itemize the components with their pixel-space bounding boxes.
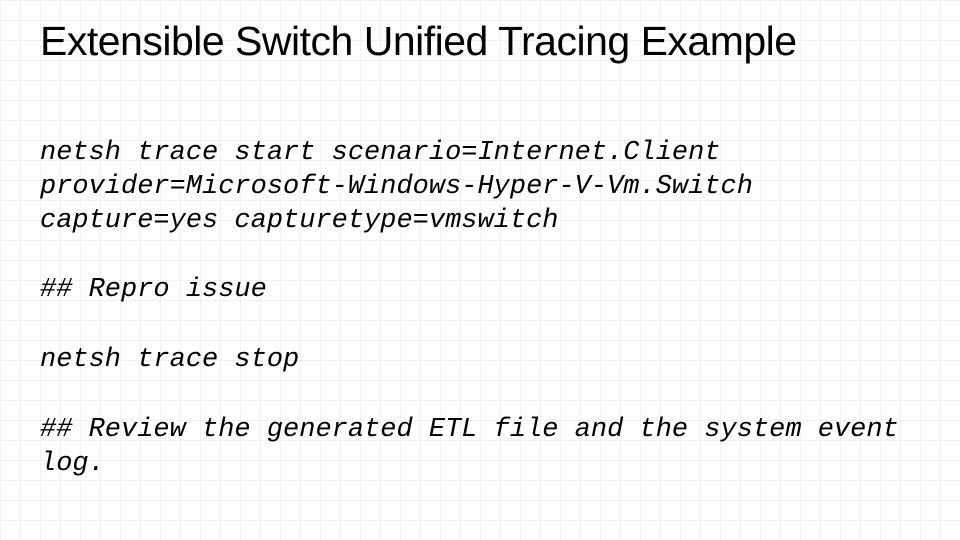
- slide-title: Extensible Switch Unified Tracing Exampl…: [40, 18, 920, 65]
- slide-body: netsh trace start scenario=Internet.Clie…: [40, 137, 920, 481]
- repro-note: ## Repro issue: [40, 274, 920, 308]
- command-start: netsh trace start scenario=Internet.Clie…: [40, 137, 920, 238]
- slide: Extensible Switch Unified Tracing Exampl…: [0, 0, 960, 501]
- review-note: ## Review the generated ETL file and the…: [40, 414, 920, 482]
- command-stop: netsh trace stop: [40, 344, 920, 378]
